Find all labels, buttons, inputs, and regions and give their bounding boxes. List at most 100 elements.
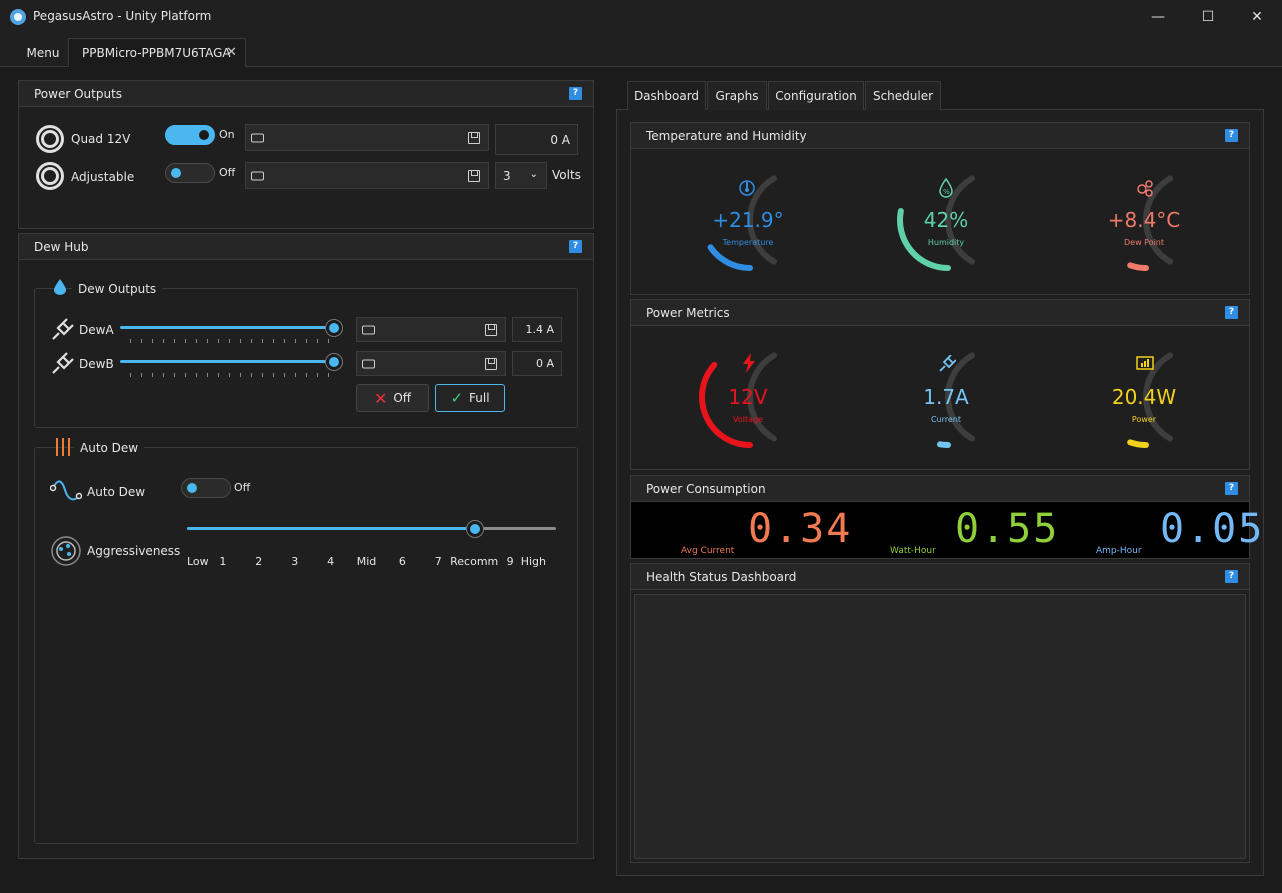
auto-dew-toggle-state: Off — [234, 481, 251, 494]
dew-hub-title: Dew Hub — [34, 239, 89, 254]
quad-12v-name-field[interactable] — [245, 124, 489, 151]
dew-a-slider-track[interactable] — [120, 326, 334, 329]
auto-dew-toggle-label: Auto Dew — [87, 485, 146, 499]
svg-text:%: % — [943, 188, 950, 196]
aggressiveness-scale-label: 3 — [291, 555, 299, 568]
close-window-button[interactable]: ✕ — [1232, 0, 1282, 34]
auto-dew-toggle[interactable] — [181, 478, 231, 498]
dew-a-slider-ticks — [130, 339, 336, 343]
auto-curve-icon — [49, 478, 83, 504]
aggressiveness-scale-label: Mid — [356, 555, 377, 568]
power-consumption-header: Power Consumption ? — [631, 476, 1249, 502]
tab-device[interactable]: PPBMicro-PPBM7U6TAGA — [68, 38, 246, 67]
power-outputs-header: Power Outputs ? — [19, 81, 593, 107]
aggressiveness-slider-thumb[interactable] — [465, 520, 484, 538]
aggressiveness-scale: Low 1 2 3 4 Mid 6 7 Recomm 9 High — [187, 555, 560, 571]
save-icon[interactable] — [485, 323, 497, 336]
avg-current-readout: 0.34 — [748, 506, 853, 552]
dew-off-label: Off — [393, 391, 412, 405]
tab-dashboard[interactable]: Dashboard — [627, 81, 706, 110]
voltage-caption: Voltage — [732, 415, 763, 424]
dew-b-current: 0 A — [512, 351, 562, 376]
temperature-gauge: +21.9° Temperature — [698, 168, 802, 283]
dew-point-icon — [1136, 178, 1154, 198]
help-icon[interactable]: ? — [1225, 482, 1238, 495]
power-caption: Power — [1131, 415, 1157, 424]
current-value: 1.7A — [923, 385, 969, 409]
help-icon[interactable]: ? — [569, 240, 582, 253]
adjustable-name-field[interactable] — [245, 162, 489, 189]
dew-b-slider-thumb[interactable] — [325, 353, 343, 371]
aggressiveness-scale-label: 9 — [506, 555, 514, 568]
app-logo-icon — [10, 9, 26, 25]
power-chart-icon — [1136, 356, 1154, 372]
tab-menu[interactable]: Menu — [18, 38, 68, 67]
tag-icon — [251, 171, 264, 180]
humidity-caption: Humidity — [927, 238, 965, 247]
tab-graphs[interactable]: Graphs — [707, 81, 767, 110]
window-title: PegasusAstro - Unity Platform — [33, 9, 212, 23]
adjustable-label: Adjustable — [71, 170, 135, 184]
watt-hour-readout: 0.55 — [955, 506, 1060, 552]
tab-configuration[interactable]: Configuration — [768, 81, 864, 110]
voltage-gauge: 12V Voltage — [698, 345, 802, 460]
avg-current-caption: Avg Current — [681, 546, 735, 556]
aggressiveness-slider-track[interactable] — [187, 527, 556, 530]
save-icon[interactable] — [485, 357, 497, 370]
voltage-select[interactable]: 3 ⌄ — [495, 162, 547, 189]
health-status-header: Health Status Dashboard ? — [631, 564, 1249, 590]
adjustable-toggle[interactable] — [165, 163, 215, 183]
close-tab-icon[interactable]: ✕ — [226, 45, 237, 60]
aggressiveness-scale-label: 1 — [219, 555, 227, 568]
amp-hour-readout: 0.05 — [1160, 506, 1265, 552]
aggressiveness-label: Aggressiveness — [87, 544, 181, 558]
auto-dew-group — [34, 447, 578, 844]
dew-a-slider-thumb[interactable] — [325, 319, 343, 337]
quad-12v-toggle-state: On — [219, 128, 235, 141]
dew-off-button[interactable]: ✕ Off — [356, 384, 429, 412]
voltage-value: 12V — [728, 385, 768, 409]
dew-full-button[interactable]: ✓ Full — [435, 384, 505, 412]
gauge-fill — [1127, 262, 1149, 271]
minimize-button[interactable]: — — [1133, 0, 1183, 34]
plug-icon — [938, 354, 957, 373]
water-drop-icon — [54, 279, 66, 295]
chevron-down-icon: ⌄ — [529, 169, 538, 180]
help-icon[interactable]: ? — [1225, 306, 1238, 319]
amp-hour-caption: Amp-Hour — [1096, 546, 1142, 556]
dew-b-slider-ticks — [130, 373, 336, 377]
temperature-humidity-header: Temperature and Humidity ? — [631, 123, 1249, 149]
dew-a-name-field[interactable] — [356, 317, 506, 342]
voltage-select-value: 3 — [503, 168, 511, 183]
dew-b-slider-track[interactable] — [120, 360, 334, 363]
aggressiveness-icon — [50, 535, 82, 567]
heater-plug-icon — [50, 318, 74, 342]
dew-b-name-field[interactable] — [356, 351, 506, 376]
dew-point-caption: Dew Point — [1123, 238, 1165, 247]
tag-icon — [251, 133, 264, 142]
auto-dew-title: Auto Dew — [74, 441, 145, 455]
aggressiveness-scale-label: Recomm — [450, 555, 499, 568]
help-icon[interactable]: ? — [569, 87, 582, 100]
save-icon[interactable] — [468, 131, 480, 144]
thermometer-icon — [739, 178, 755, 198]
dew-a-label: DewA — [79, 323, 114, 337]
voltage-unit-label: Volts — [552, 168, 581, 182]
help-icon[interactable]: ? — [1225, 129, 1238, 142]
temperature-value: +21.9° — [712, 208, 784, 232]
gauge-fill — [707, 244, 753, 271]
help-icon[interactable]: ? — [1225, 570, 1238, 583]
humidity-value: 42% — [923, 208, 969, 232]
maximize-button[interactable]: ☐ — [1183, 0, 1233, 34]
dew-full-label: Full — [469, 391, 490, 405]
close-icon: ✕ — [373, 388, 388, 408]
quad-12v-toggle[interactable] — [165, 125, 215, 145]
aggressiveness-scale-label: 4 — [327, 555, 335, 568]
quad-12v-label: Quad 12V — [71, 132, 131, 146]
health-status-content — [634, 594, 1246, 859]
tab-scheduler[interactable]: Scheduler — [865, 81, 941, 110]
save-icon[interactable] — [468, 169, 480, 182]
power-gauge: 20.4W Power — [1094, 345, 1198, 460]
gauge-fill — [937, 441, 951, 449]
adjustable-toggle-state: Off — [219, 166, 236, 179]
